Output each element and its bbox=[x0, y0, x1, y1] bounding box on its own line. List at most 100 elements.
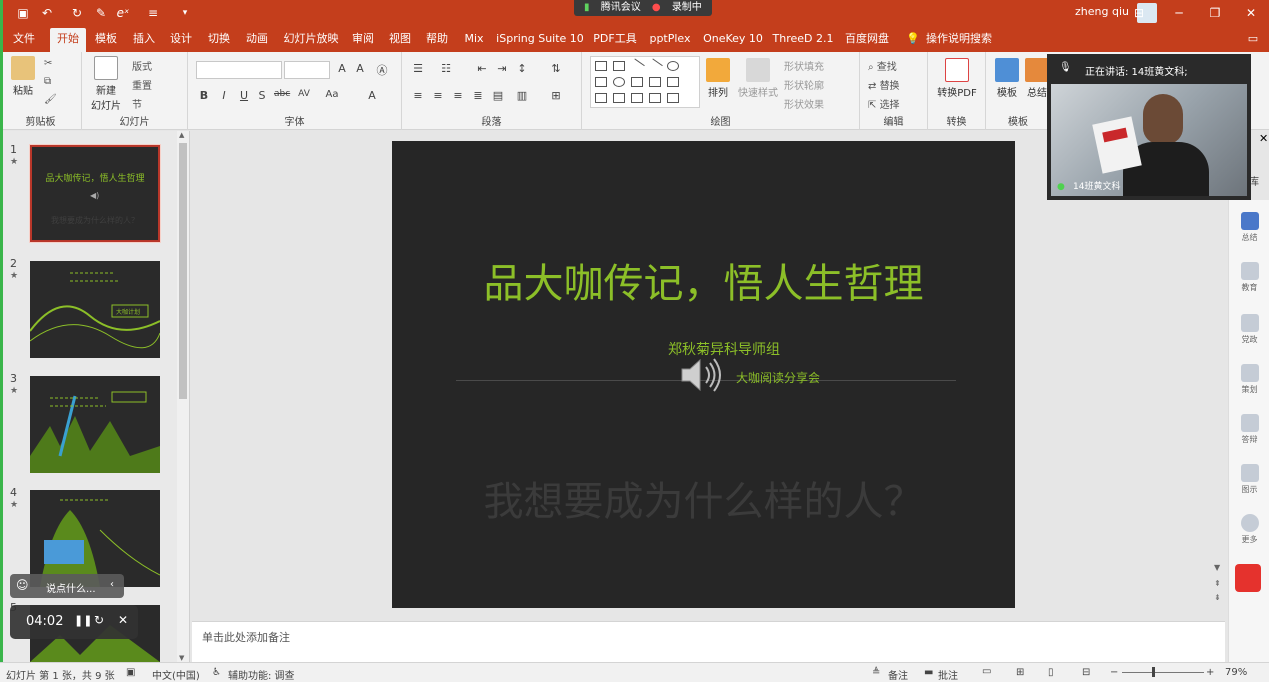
tab-onekey[interactable]: OneKey 10 bbox=[701, 26, 765, 52]
shape-connector-icon[interactable] bbox=[649, 77, 661, 87]
tab-file[interactable]: 文件 bbox=[8, 26, 40, 52]
comments-toggle-icon[interactable]: ▬ bbox=[924, 667, 933, 678]
tab-home[interactable]: 开始 bbox=[50, 28, 86, 52]
ribbon-display-icon[interactable]: ⊟ bbox=[1130, 4, 1148, 22]
quick-styles-button[interactable]: 快速样式 bbox=[736, 58, 780, 99]
red-envelope-icon[interactable] bbox=[1235, 564, 1261, 592]
sidebar-item-defense[interactable]: 答辩 bbox=[1229, 414, 1269, 445]
shape-line-icon[interactable] bbox=[629, 58, 645, 74]
tab-pdf-tools[interactable]: PDF工具 bbox=[590, 26, 640, 52]
tab-view[interactable]: 视图 bbox=[384, 26, 416, 52]
restart-icon[interactable]: ↻ bbox=[94, 613, 104, 627]
slide-thumbnail-2[interactable]: 大咖计划 bbox=[30, 261, 160, 358]
numbering-icon[interactable]: ☷ bbox=[438, 62, 454, 75]
tab-help[interactable]: 帮助 bbox=[421, 26, 453, 52]
font-size-combo[interactable] bbox=[284, 61, 330, 79]
video-window[interactable]: 🎙 正在讲话: 14班黄文科; ✕ ● 14班黄文科 bbox=[1047, 54, 1268, 200]
tab-review[interactable]: 审阅 bbox=[347, 26, 379, 52]
decrease-indent-icon[interactable]: ⇤ bbox=[474, 62, 490, 75]
next-slide-icon[interactable]: ⇟ bbox=[1214, 593, 1221, 602]
tab-animations[interactable]: 动画 bbox=[241, 26, 273, 52]
comments-toggle[interactable]: 批注 bbox=[938, 667, 958, 682]
shape-arc-icon[interactable] bbox=[631, 93, 643, 103]
reading-view-icon[interactable]: ▯ bbox=[1048, 667, 1054, 678]
align-right-icon[interactable]: ≡ bbox=[450, 89, 466, 102]
arrange-button[interactable]: 排列 bbox=[704, 58, 732, 99]
increase-indent-icon[interactable]: ⇥ bbox=[494, 62, 510, 75]
shrink-font-icon[interactable]: A bbox=[352, 62, 368, 75]
smartart-icon[interactable]: ⊞ bbox=[548, 89, 564, 102]
change-case-icon[interactable]: Aa bbox=[324, 89, 340, 100]
notes-pane[interactable]: 单击此处添加备注 bbox=[192, 621, 1225, 662]
shape-circle-icon[interactable] bbox=[613, 77, 625, 87]
shape-rect-icon[interactable] bbox=[613, 61, 625, 71]
stop-recording-icon[interactable]: ✕ bbox=[118, 613, 128, 627]
shape-arrow-icon[interactable] bbox=[647, 58, 663, 74]
paste-button[interactable]: 粘贴 bbox=[6, 56, 40, 97]
underline-icon[interactable]: U bbox=[236, 89, 252, 102]
text-direction-icon[interactable]: ⇅ bbox=[548, 62, 564, 75]
align-center-icon[interactable]: ≡ bbox=[430, 89, 446, 102]
redo-icon[interactable]: ↻ bbox=[68, 4, 86, 22]
scroll-down-icon[interactable]: ▼ bbox=[179, 654, 184, 662]
select-button[interactable]: ⇱ 选择 bbox=[868, 96, 900, 111]
shape-effects-button[interactable]: 形状效果 bbox=[784, 96, 824, 111]
char-spacing-icon[interactable]: AV bbox=[296, 89, 312, 99]
chat-bar[interactable]: ☺ 说点什么... ‹ bbox=[10, 574, 124, 598]
clear-format-icon[interactable]: Ⓐ bbox=[374, 62, 390, 78]
font-color-icon[interactable]: A bbox=[364, 89, 380, 102]
zoom-level[interactable]: 79% bbox=[1225, 667, 1247, 678]
tab-transitions[interactable]: 切换 bbox=[203, 26, 235, 52]
tab-ispring[interactable]: iSpring Suite 10 bbox=[496, 26, 584, 52]
sidebar-item-planning[interactable]: 策划 bbox=[1229, 364, 1269, 395]
accessibility-icon[interactable]: ♿ bbox=[212, 667, 221, 678]
zoom-slider-thumb[interactable] bbox=[1152, 667, 1155, 677]
maximize-icon[interactable]: ❐ bbox=[1206, 4, 1224, 22]
sidebar-item-more[interactable]: 更多 bbox=[1229, 514, 1269, 545]
tab-threed[interactable]: ThreeD 2.1 bbox=[772, 26, 834, 52]
align-left-icon[interactable]: ≡ bbox=[410, 89, 426, 102]
tab-design[interactable]: 设计 bbox=[165, 26, 197, 52]
sidebar-item-diagram[interactable]: 图示 bbox=[1229, 464, 1269, 495]
copy-icon[interactable]: ⧉ bbox=[44, 76, 51, 87]
shape-textbox-icon[interactable] bbox=[595, 61, 607, 71]
layout-button[interactable]: 版式 bbox=[132, 58, 152, 73]
slide-event-name[interactable]: 大咖阅读分享会 bbox=[736, 369, 820, 386]
tab-slideshow[interactable]: 幻灯片放映 bbox=[280, 26, 342, 52]
shape-oval-icon[interactable] bbox=[667, 61, 679, 71]
current-slide[interactable]: 品大咖传记，悟人生哲理 郑秋菊异科导师组 大咖阅读分享会 我想要成为什么样的人？ bbox=[392, 141, 1015, 608]
bold-icon[interactable]: B bbox=[196, 89, 212, 102]
shape-fill-button[interactable]: 形状填充 bbox=[784, 58, 824, 73]
format-painter-icon[interactable]: ✎ bbox=[92, 4, 110, 22]
chat-input[interactable]: 说点什么... bbox=[46, 580, 96, 595]
scroll-up-icon[interactable]: ▲ bbox=[179, 131, 184, 139]
shadow-icon[interactable]: S bbox=[254, 89, 270, 102]
previous-slide-icon[interactable]: ⇞ bbox=[1214, 579, 1221, 588]
comments-icon[interactable]: ▭ bbox=[1244, 26, 1262, 52]
sidebar-item-education[interactable]: 教育 bbox=[1229, 262, 1269, 293]
tell-me-search[interactable]: 操作说明搜索 bbox=[924, 26, 994, 52]
pause-icon[interactable]: ❚❚ bbox=[74, 614, 92, 627]
save-icon[interactable]: ▣ bbox=[14, 4, 32, 22]
scrollbar-thumb[interactable] bbox=[179, 143, 187, 399]
template-button[interactable]: 模板 bbox=[994, 58, 1020, 99]
convert-pdf-button[interactable]: 转换PDF bbox=[934, 58, 980, 99]
close-video-icon[interactable]: ✕ bbox=[1259, 132, 1268, 145]
meeting-indicator[interactable]: ▮ 腾讯会议 ● 录制中 bbox=[574, 0, 712, 16]
sidebar-item-summary[interactable]: 总结 bbox=[1229, 212, 1269, 243]
close-icon[interactable]: ✕ bbox=[1242, 4, 1260, 22]
tab-templates[interactable]: 模板 bbox=[90, 26, 122, 52]
language-indicator[interactable]: 中文(中国) bbox=[152, 667, 200, 682]
minimize-icon[interactable]: ─ bbox=[1170, 4, 1188, 22]
tab-mix[interactable]: Mix bbox=[460, 26, 488, 52]
spellcheck-icon[interactable]: ▣ bbox=[126, 667, 135, 678]
shape-outline-button[interactable]: 形状轮廓 bbox=[784, 77, 824, 92]
columns-icon[interactable]: ▥ bbox=[514, 89, 530, 102]
new-slide-button[interactable]: 新建 幻灯片 bbox=[86, 56, 126, 112]
grow-font-icon[interactable]: A bbox=[334, 62, 350, 75]
tab-insert[interactable]: 插入 bbox=[128, 26, 160, 52]
shape-brace2-icon[interactable] bbox=[667, 93, 679, 103]
list-icon[interactable]: ≡ bbox=[144, 4, 162, 22]
normal-view-icon[interactable]: ▭ bbox=[982, 666, 991, 677]
shape-elbow-icon[interactable] bbox=[631, 77, 643, 87]
